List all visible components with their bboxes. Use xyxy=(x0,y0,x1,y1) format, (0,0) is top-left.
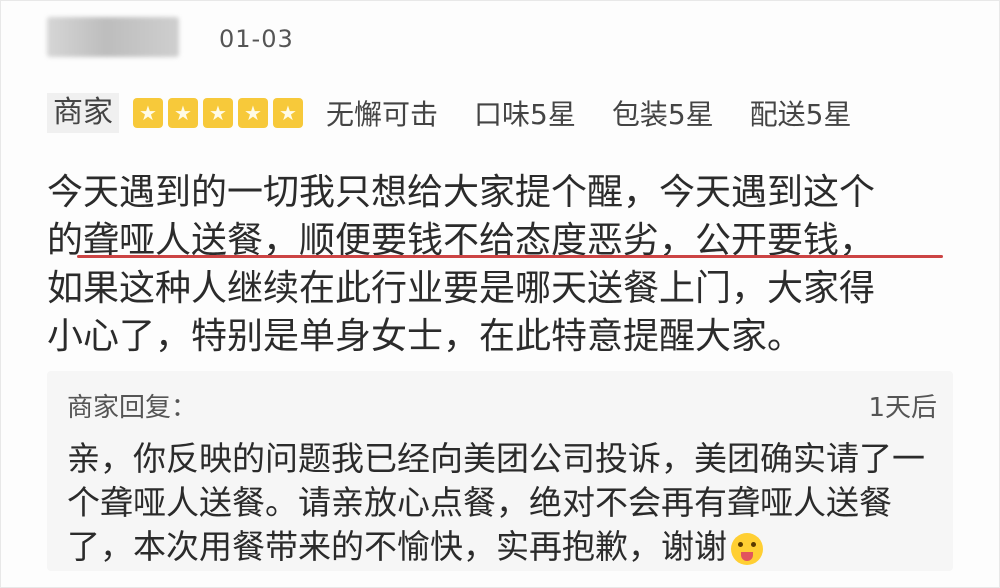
squinting-tongue-emoji-icon xyxy=(731,532,763,565)
packaging-rating: 包装5星 xyxy=(611,98,714,131)
star-icon: ★ xyxy=(238,98,268,128)
star-rating: ★ ★ ★ ★ ★ xyxy=(133,98,308,128)
blurred-username xyxy=(47,17,179,57)
star-icon: ★ xyxy=(133,98,163,128)
reply-line: 亲，你反映的问题我已经向美团公司投诉，美团确实请了一 xyxy=(67,439,925,478)
review-text: 今天遇到的一切我只想给大家提个醒，今天遇到这个 的聋哑人送餐，顺便要钱不给态度恶… xyxy=(47,169,967,361)
merchant-reply: 商家回复： 1天后 亲，你反映的问题我已经向美团公司投诉，美团确实请了一 个聋哑… xyxy=(47,371,953,571)
highlight-underline xyxy=(77,255,943,258)
review-line: 如果这种人继续在此行业要是哪天送餐上门，大家得 xyxy=(47,268,876,309)
reply-text: 亲，你反映的问题我已经向美团公司投诉，美团确实请了一 个聋哑人送餐。请亲放心点餐… xyxy=(67,437,947,569)
review-date: 01-03 xyxy=(219,25,294,53)
review-line: 小心了，特别是单身女士，在此特意提醒大家。 xyxy=(47,316,804,357)
merchant-label: 商家 xyxy=(47,93,119,133)
reply-line-last: 了，本次用餐带来的不愉快，实再抱歉，谢谢 xyxy=(67,525,947,569)
reply-time: 1天后 xyxy=(868,393,937,423)
star-icon: ★ xyxy=(203,98,233,128)
merchant-rating-row: 商家 ★ ★ ★ ★ ★ 无懈可击 口味5星 包装5星 配送5星 xyxy=(47,93,852,133)
star-icon: ★ xyxy=(168,98,198,128)
taste-rating: 口味5星 xyxy=(474,98,576,131)
review-line: 今天遇到的一切我只想给大家提个醒，今天遇到这个 xyxy=(47,172,876,213)
reply-label: 商家回复： xyxy=(67,393,198,423)
rating-text: 无懈可击 xyxy=(326,98,439,131)
reply-line: 个聋哑人送餐。请亲放心点餐，绝对不会再有聋哑人送餐 xyxy=(67,483,892,522)
reply-line-text: 了，本次用餐带来的不愉快，实再抱歉，谢谢 xyxy=(67,527,727,566)
star-icon: ★ xyxy=(273,98,303,128)
review-card: 01-03 商家 ★ ★ ★ ★ ★ 无懈可击 口味5星 包装5星 配送5星 今… xyxy=(0,0,1000,588)
delivery-rating: 配送5星 xyxy=(749,98,852,131)
